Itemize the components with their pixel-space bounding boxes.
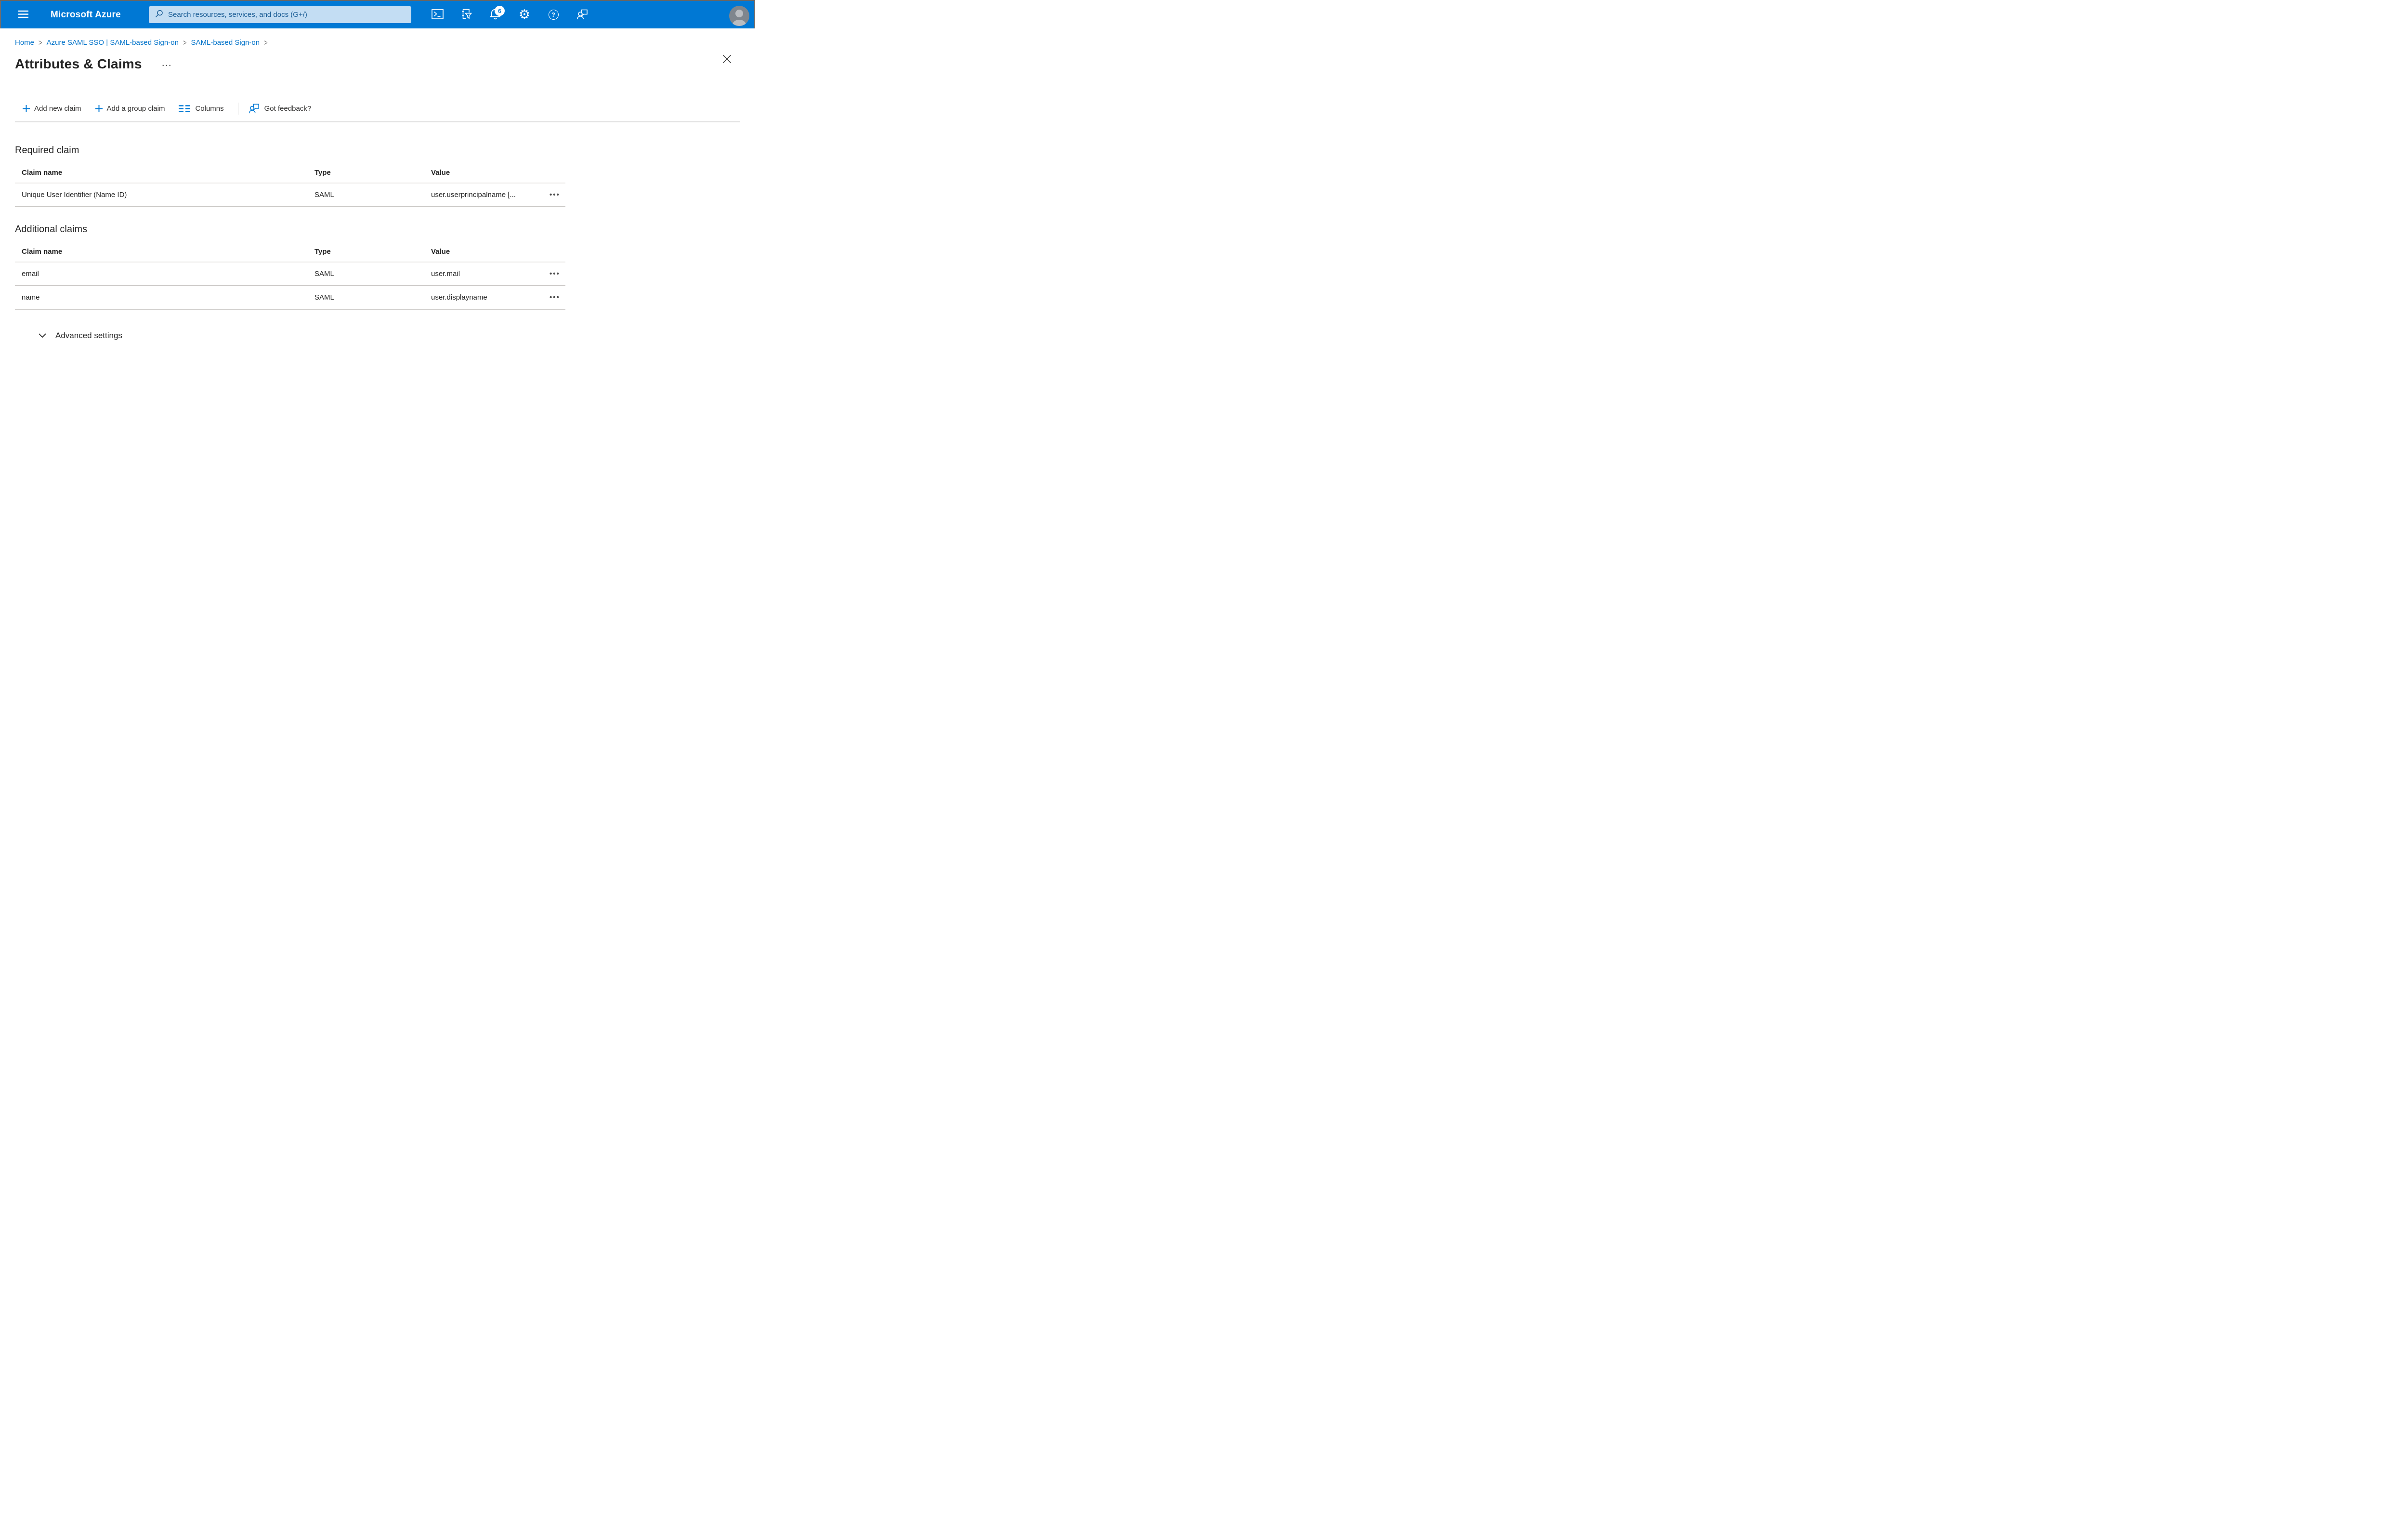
row-menu-cell: ••• <box>550 262 565 286</box>
add-new-claim-label: Add new claim <box>34 104 81 113</box>
required-claim-table: Claim name Type Value Unique User Identifi… <box>15 156 565 207</box>
additional-claims-section: Additional claims Claim name Type Value em… <box>15 224 565 310</box>
search-input[interactable] <box>168 11 406 19</box>
breadcrumb-separator: > <box>264 38 268 47</box>
feedback-bubble-icon <box>249 104 259 114</box>
column-header-menu <box>550 156 565 184</box>
type-cell: SAML <box>308 183 424 207</box>
type-cell: SAML <box>308 286 424 310</box>
settings-gear-icon: ⚙ <box>518 7 531 22</box>
row-menu-cell: ••• <box>550 286 565 310</box>
cloud-shell-button[interactable] <box>427 1 448 28</box>
breadcrumb-link-saml-signon[interactable]: SAML-based Sign-on <box>191 39 260 47</box>
product-name-link[interactable]: Microsoft Azure <box>51 1 121 28</box>
type-cell: SAML <box>308 262 424 286</box>
row-context-menu-button[interactable]: ••• <box>550 270 560 277</box>
breadcrumb-link-home[interactable]: Home <box>15 39 34 47</box>
columns-icon <box>179 105 191 112</box>
notifications-bell-icon <box>489 8 501 22</box>
got-feedback-label: Got feedback? <box>264 104 312 113</box>
search-icon <box>155 10 163 20</box>
add-group-claim-label: Add a group claim <box>106 104 165 113</box>
column-header-menu <box>550 235 565 263</box>
feedback-person-icon <box>576 8 589 22</box>
column-header-claim-name: Claim name <box>15 156 308 184</box>
settings-button[interactable]: ⚙ <box>514 1 535 28</box>
section-heading-required-claim: Required claim <box>15 145 79 156</box>
column-header-value: Value <box>424 156 550 184</box>
plus-icon <box>23 105 30 112</box>
column-header-value: Value <box>424 235 550 263</box>
azure-top-bar: Microsoft Azure Search resources, servic… <box>0 1 755 28</box>
notifications-button[interactable] <box>484 1 506 28</box>
page-more-menu-button[interactable]: ··· <box>162 62 172 70</box>
add-group-claim-button[interactable]: Add a group claim <box>95 105 165 113</box>
help-button[interactable]: ? <box>543 1 564 28</box>
toolbar-separator-line <box>15 121 740 122</box>
cloud-shell-icon <box>431 9 444 21</box>
avatar-icon <box>729 6 749 26</box>
breadcrumb: Home > Azure SAML SSO | SAML-based Sign-… <box>15 38 755 47</box>
page-title: Attributes & Claims <box>15 56 142 71</box>
row-menu-cell: ••• <box>550 183 565 207</box>
close-icon <box>722 54 731 63</box>
account-avatar[interactable] <box>729 6 749 26</box>
required-claim-section: Required claim Claim name Type Value Uniqu… <box>15 145 565 207</box>
hamburger-menu-button[interactable] <box>13 1 34 28</box>
advanced-settings-label: Advanced settings <box>55 331 122 340</box>
claim-name-cell: name <box>15 286 308 310</box>
hamburger-menu-icon <box>18 10 28 20</box>
value-cell: user.displayname <box>424 286 550 310</box>
columns-label: Columns <box>195 104 224 113</box>
breadcrumb-separator: > <box>183 38 187 47</box>
row-context-menu-button[interactable]: ••• <box>550 294 560 301</box>
directory-filter-icon <box>461 9 472 21</box>
command-bar: Add new claim Add a group claim Columns … <box>15 99 755 118</box>
plus-icon <box>95 105 103 112</box>
column-header-type: Type <box>308 235 424 263</box>
section-heading-additional-claims: Additional claims <box>15 224 88 235</box>
breadcrumb-link-saml-sso[interactable]: Azure SAML SSO | SAML-based Sign-on <box>47 39 179 47</box>
column-header-type: Type <box>308 156 424 184</box>
value-cell: user.userprincipalname [... <box>424 183 550 207</box>
table-row: Unique User Identifier (Name ID) SAML user… <box>15 183 565 207</box>
row-context-menu-button[interactable]: ••• <box>550 191 560 198</box>
close-blade-button[interactable] <box>720 52 734 66</box>
chevron-down-icon <box>39 333 46 338</box>
table-row: email SAML user.mail ••• <box>15 262 565 286</box>
breadcrumb-separator: > <box>39 38 42 47</box>
got-feedback-button[interactable]: Got feedback? <box>249 103 312 114</box>
table-row: name SAML user.displayname ••• <box>15 286 565 310</box>
value-cell: user.mail <box>424 262 550 286</box>
columns-button[interactable]: Columns <box>179 104 224 113</box>
column-header-claim-name: Claim name <box>15 235 308 263</box>
claim-name-cell: email <box>15 262 308 286</box>
claim-name-cell: Unique User Identifier (Name ID) <box>15 183 308 207</box>
feedback-button[interactable] <box>572 1 593 28</box>
help-icon: ? <box>548 10 559 20</box>
additional-claims-table: Claim name Type Value email SAML user.mail ••… <box>15 235 565 310</box>
advanced-settings-toggle[interactable]: Advanced settings <box>39 331 122 341</box>
add-new-claim-button[interactable]: Add new claim <box>23 105 81 113</box>
global-search[interactable] <box>149 6 411 23</box>
directory-filter-button[interactable] <box>456 1 477 28</box>
